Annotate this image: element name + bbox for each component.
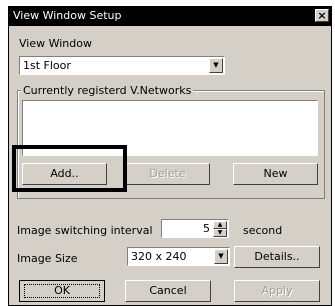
details-button-label: Details.. — [254, 250, 300, 263]
details-button[interactable]: Details.. — [234, 246, 320, 268]
image-size-select[interactable]: 320 x 240 ▼ — [127, 247, 230, 266]
ok-button[interactable]: OK — [19, 280, 105, 302]
image-size-value: 320 x 240 — [131, 250, 187, 263]
delete-button[interactable]: Delete — [125, 163, 210, 185]
new-button-label: New — [263, 167, 288, 180]
view-window-value: 1st Floor — [23, 59, 71, 72]
close-icon[interactable]: × — [315, 9, 329, 22]
view-window-select[interactable]: 1st Floor ▼ — [19, 56, 225, 75]
title-bar[interactable]: View Window Setup × — [9, 7, 331, 26]
apply-button[interactable]: Apply — [234, 280, 320, 302]
switching-interval-label: Image switching interval — [17, 224, 153, 237]
chevron-down-icon[interactable]: ▼ — [214, 249, 228, 264]
switching-interval-unit: second — [243, 224, 283, 237]
spin-up-icon[interactable]: ▲ — [213, 221, 227, 229]
new-button[interactable]: New — [233, 163, 318, 185]
switching-interval-spinner[interactable]: 5 ▲ ▼ — [161, 219, 229, 238]
add-button-highlight — [12, 145, 127, 192]
switching-interval-value: 5 — [203, 222, 210, 235]
delete-button-label: Delete — [149, 167, 186, 180]
networks-group-label: Currently registerd V.Networks — [21, 84, 194, 97]
window-title: View Window Setup — [13, 9, 122, 22]
view-window-label: View Window — [19, 37, 92, 50]
image-size-label: Image Size — [17, 252, 78, 265]
chevron-down-icon[interactable]: ▼ — [209, 58, 223, 73]
view-window-setup-dialog: View Window Setup × View Window 1st Floo… — [8, 6, 332, 306]
apply-button-label: Apply — [261, 284, 293, 297]
cancel-button-label: Cancel — [149, 284, 187, 297]
cancel-button[interactable]: Cancel — [125, 280, 211, 302]
spin-down-icon[interactable]: ▼ — [213, 229, 227, 237]
